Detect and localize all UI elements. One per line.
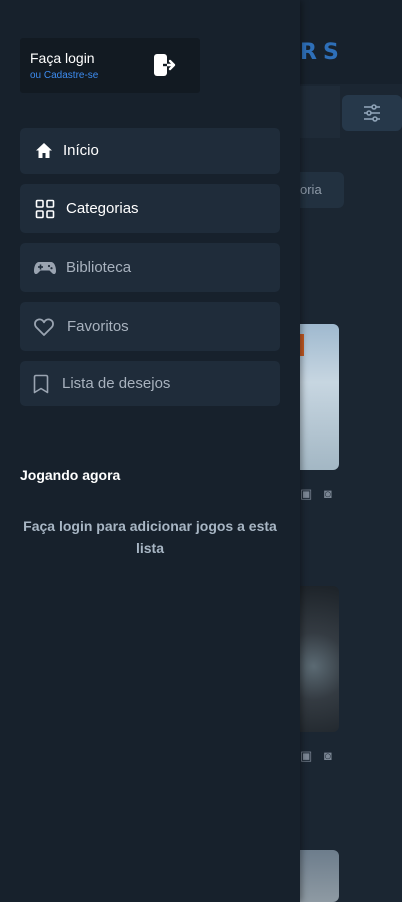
card-actions: ▣ ◙: [300, 748, 344, 764]
gamepad-icon: [34, 262, 56, 275]
home-icon: [36, 143, 52, 158]
gamepad-icon[interactable]: ◙: [324, 748, 332, 763]
grid-icon: [35, 199, 55, 219]
game-card[interactable]: [300, 850, 339, 902]
card-art: [300, 334, 304, 356]
nav-item-lista-de-desejos[interactable]: Lista de desejos: [20, 361, 280, 406]
side-drawer: Faça login ou Cadastre-se Início Categor…: [0, 0, 300, 902]
now-playing-title: Jogando agora: [20, 467, 121, 483]
search-bar[interactable]: [300, 86, 340, 138]
card-actions: ▣ ◙: [300, 486, 344, 502]
nav-item-label: Favoritos: [67, 318, 129, 335]
sliders-icon: [364, 104, 380, 122]
category-chip[interactable]: oria: [300, 172, 344, 208]
gamepad-icon[interactable]: ◙: [324, 486, 332, 501]
nav-item-label: Início: [63, 142, 99, 159]
login-title: Faça login: [30, 50, 95, 66]
nav-item-label: Lista de desejos: [62, 375, 171, 392]
game-card[interactable]: [300, 586, 339, 732]
heart-icon: [34, 318, 54, 336]
nav-item-favoritos[interactable]: Favoritos: [20, 302, 280, 351]
signup-link[interactable]: ou Cadastre-se: [30, 70, 98, 81]
bookmark-star-icon[interactable]: ▣: [300, 748, 312, 764]
nav-item-inicio[interactable]: Início: [20, 128, 280, 174]
game-card[interactable]: [300, 324, 339, 470]
nav-item-label: Biblioteca: [66, 259, 132, 276]
nav-item-label: Categorias: [66, 200, 139, 217]
nav-item-biblioteca[interactable]: Biblioteca: [20, 243, 280, 292]
app-logo: RS: [300, 40, 345, 65]
login-icon: [154, 54, 176, 76]
login-button[interactable]: Faça login ou Cadastre-se: [20, 38, 200, 93]
nav-item-categorias[interactable]: Categorias: [20, 184, 280, 233]
bookmark-icon: [33, 374, 49, 394]
bookmark-star-icon[interactable]: ▣: [300, 486, 312, 502]
filter-button[interactable]: [342, 95, 402, 131]
now-playing-empty-message: Faça login para adicionar jogos a esta l…: [23, 518, 277, 556]
